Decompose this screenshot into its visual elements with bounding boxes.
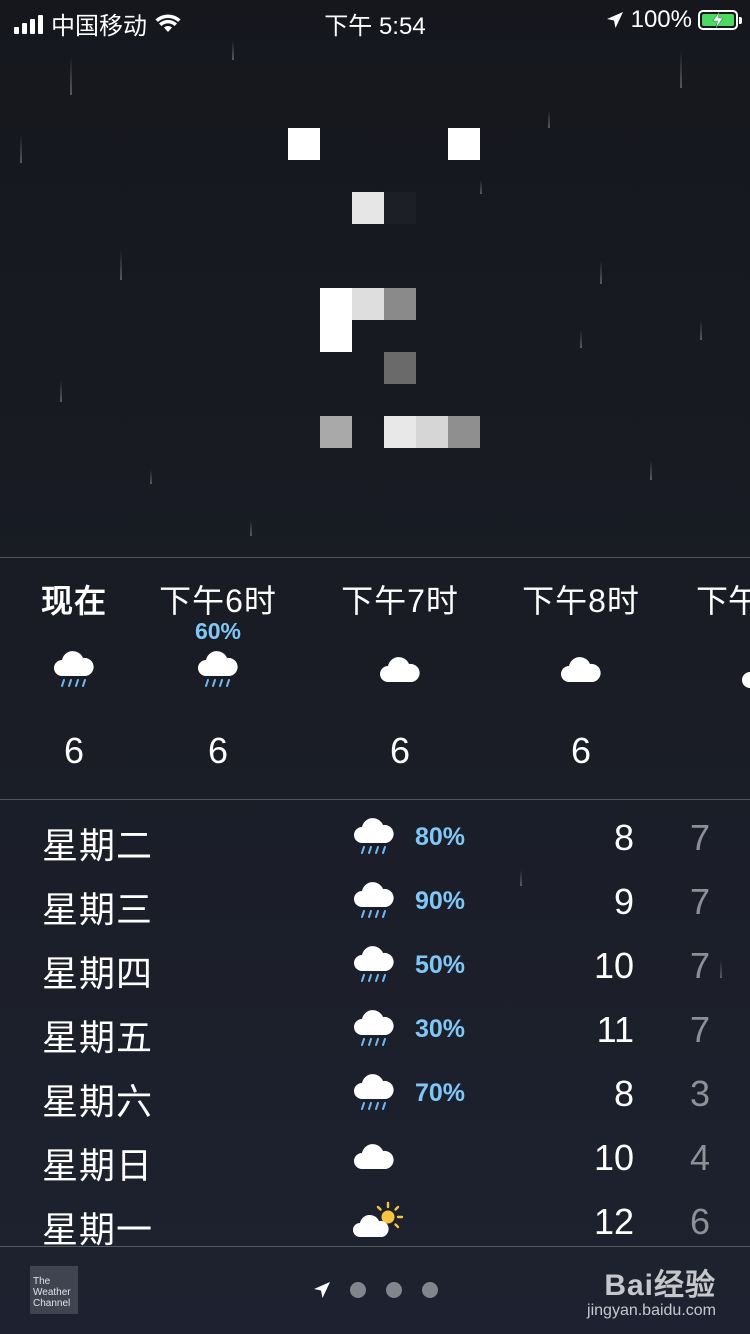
daily-row: 星期五 30% 11 7 (0, 999, 750, 1063)
footer-toolbar: The Weather Channel Bai经验 jingyan.baidu.… (0, 1246, 750, 1334)
day-high: 9 (613, 881, 634, 922)
daily-row: 星期日 10 4 (0, 1127, 750, 1191)
hour-temp: 6 (389, 730, 411, 771)
day-name: 星期五 (42, 1017, 154, 1058)
hour-label: 下午7时 (341, 583, 459, 619)
hourly-item-clipped: 下午 (672, 560, 750, 800)
weather-channel-logo[interactable]: The Weather Channel (30, 1266, 78, 1314)
rain-cloud-icon (352, 945, 396, 992)
cloud-icon (378, 650, 422, 697)
day-low: 7 (689, 1009, 710, 1050)
day-precip-chance: 30% (415, 1015, 466, 1043)
hour-temp: 6 (570, 730, 592, 771)
battery-percent: 100% (630, 6, 692, 33)
page-dot[interactable] (422, 1282, 438, 1298)
day-high: 12 (593, 1201, 634, 1242)
day-high: 10 (593, 945, 634, 986)
partly-sunny-icon (352, 1201, 408, 1248)
day-name: 星期四 (42, 953, 154, 994)
divider (0, 799, 750, 800)
page-indicator[interactable] (312, 1280, 438, 1300)
day-precip-chance: 90% (415, 887, 466, 915)
hour-precip-chance: 60% (194, 618, 242, 644)
daily-row: 星期三 90% 9 7 (0, 871, 750, 935)
obscured-location-header (288, 128, 480, 448)
divider (0, 557, 750, 558)
day-high: 8 (613, 817, 634, 858)
day-name: 星期二 (42, 825, 154, 866)
hourly-item: 下午7时 6 (310, 560, 490, 800)
cloud-icon (352, 1137, 396, 1184)
rain-cloud-icon (352, 1073, 396, 1120)
day-precip-chance: 70% (415, 1079, 466, 1107)
watermark-url: jingyan.baidu.com (587, 1302, 716, 1319)
location-arrow-icon (606, 12, 623, 28)
daily-row: 星期六 70% 8 3 (0, 1063, 750, 1127)
day-precip-chance: 80% (415, 823, 466, 851)
hourly-item: 下午6时 60% 6 (128, 560, 308, 800)
day-name: 星期六 (42, 1081, 154, 1122)
day-low: 7 (689, 881, 710, 922)
location-arrow-icon[interactable] (312, 1280, 332, 1300)
day-high: 10 (593, 1137, 634, 1178)
rain-cloud-icon (352, 881, 396, 928)
cloud-icon (559, 650, 603, 697)
daily-row: 星期四 50% 10 7 (0, 935, 750, 999)
rain-cloud-icon (352, 1009, 396, 1056)
day-high: 11 (596, 1009, 634, 1050)
hour-label: 下午6时 (159, 583, 277, 619)
day-precip-chance: 50% (415, 951, 466, 979)
day-low: 3 (689, 1073, 710, 1114)
provider-name: The Weather Channel (33, 1276, 71, 1309)
status-bar: 中国移动 下午 5:54 100% (0, 0, 750, 40)
day-name: 星期日 (42, 1145, 154, 1186)
daily-row: 星期二 80% 8 7 (0, 807, 750, 871)
rain-cloud-icon (196, 650, 240, 697)
hour-label: 下午8时 (522, 583, 640, 619)
day-low: 7 (689, 817, 710, 858)
baidu-watermark: Bai经验 jingyan.baidu.com (587, 1260, 716, 1320)
rain-cloud-icon (52, 650, 96, 697)
day-high: 8 (613, 1073, 634, 1114)
cloud-icon (740, 656, 750, 703)
page-dot[interactable] (386, 1282, 402, 1298)
day-low: 7 (689, 945, 710, 986)
hour-temp: 6 (207, 730, 229, 771)
day-low: 4 (689, 1137, 710, 1178)
day-low: 6 (689, 1201, 710, 1242)
watermark-title: Bai经验 (604, 1269, 716, 1302)
rain-cloud-icon (352, 817, 396, 864)
hour-label: 下午 (696, 583, 750, 619)
page-dot[interactable] (350, 1282, 366, 1298)
day-name: 星期三 (42, 889, 154, 930)
battery-icon (698, 10, 742, 30)
hourly-item: 下午8时 6 (491, 560, 671, 800)
